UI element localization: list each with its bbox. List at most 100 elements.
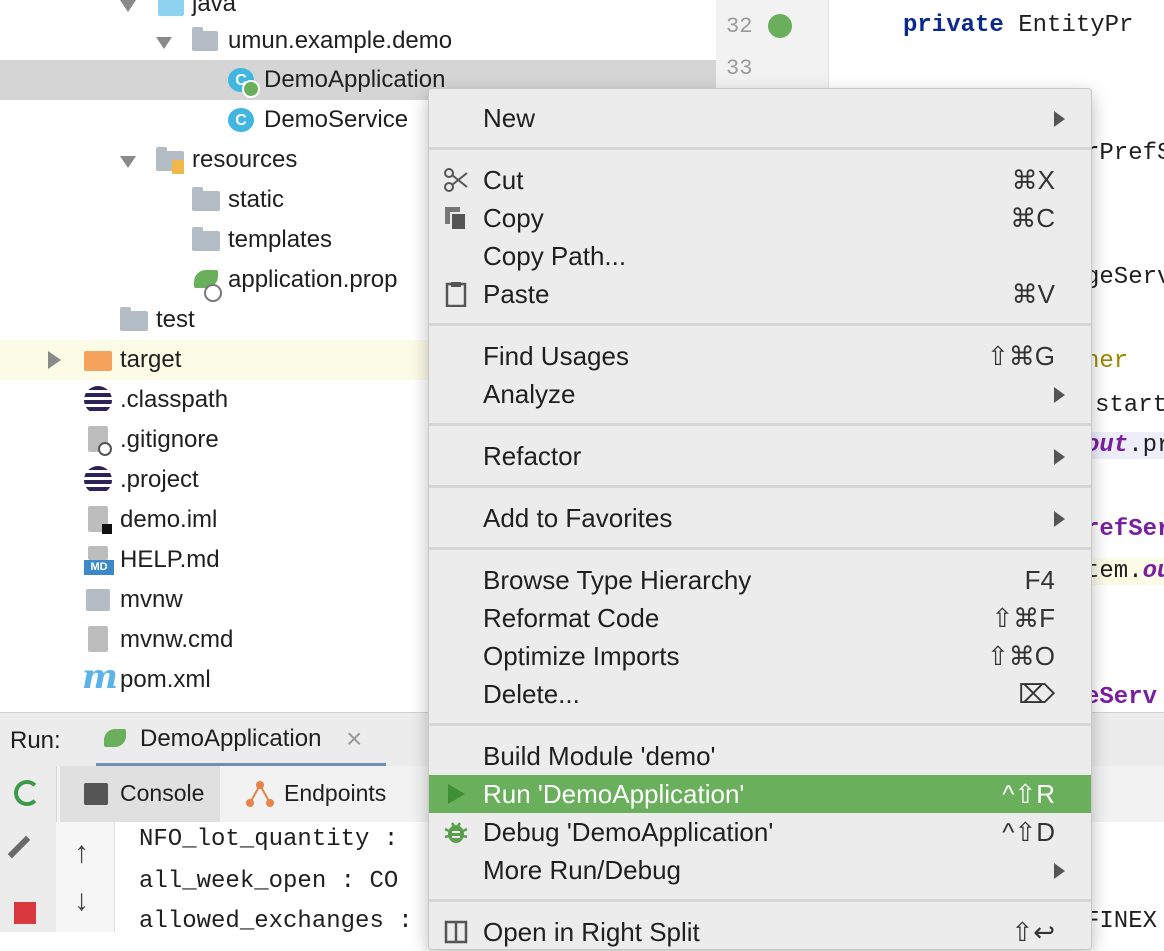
expand-arrow-icon[interactable] xyxy=(120,0,136,12)
submenu-arrow-icon xyxy=(1054,111,1065,127)
expand-arrow-icon[interactable] xyxy=(48,351,61,369)
code-fragment: rPrefS xyxy=(1085,140,1164,167)
tree-item-label: umun.example.demo xyxy=(228,27,453,54)
menu-item-build-module[interactable]: Build Module 'demo' xyxy=(429,737,1091,775)
code-fragment: tem. xyxy=(1085,558,1143,585)
menu-item-label: Find Usages xyxy=(483,341,629,371)
tree-item-label: target xyxy=(120,346,182,373)
menu-item-shortcut: ⇧⌘O xyxy=(986,641,1055,671)
endpoints-icon xyxy=(246,780,274,808)
menu-item-paste[interactable]: Paste ⌘V xyxy=(429,275,1091,313)
menu-item-reformat-code[interactable]: Reformat Code ⇧⌘F xyxy=(429,599,1091,637)
menu-item-analyze[interactable]: Analyze xyxy=(429,375,1091,413)
tab-label: Endpoints xyxy=(284,780,387,806)
menu-item-shortcut: ^⇧D xyxy=(1002,817,1055,847)
scissors-icon xyxy=(443,167,469,193)
menu-item-run[interactable]: Run 'DemoApplication' ^⇧R xyxy=(429,775,1091,813)
tree-item-label: mvnw xyxy=(120,586,183,613)
menu-item-label: More Run/Debug xyxy=(483,855,681,885)
run-config-tab[interactable]: DemoApplication × xyxy=(96,713,386,767)
menu-item-copy-path[interactable]: Copy Path... xyxy=(429,237,1091,275)
tree-item-label: static xyxy=(228,186,285,213)
menu-item-label: Reformat Code xyxy=(483,603,660,633)
menu-item-shortcut: ^⇧R xyxy=(1002,779,1055,809)
menu-separator xyxy=(429,323,1091,326)
bug-icon xyxy=(443,819,469,845)
wrench-icon[interactable] xyxy=(7,835,31,859)
menu-item-refactor[interactable]: Refactor xyxy=(429,437,1091,475)
console-fragment: FINEX xyxy=(1085,908,1158,932)
submenu-arrow-icon xyxy=(1054,511,1065,527)
menu-item-label: Refactor xyxy=(483,441,582,471)
close-icon[interactable]: × xyxy=(346,723,362,755)
menu-item-cut[interactable]: Cut ⌘X xyxy=(429,161,1091,199)
menu-item-find-usages[interactable]: Find Usages ⇧⌘G xyxy=(429,337,1091,375)
menu-item-shortcut: ⌘C xyxy=(1010,203,1055,233)
tree-item-label: java xyxy=(192,0,237,17)
menu-item-debug[interactable]: Debug 'DemoApplication' ^⇧D xyxy=(429,813,1091,851)
menu-item-browse-type-hierarchy[interactable]: Browse Type Hierarchy F4 xyxy=(429,561,1091,599)
code-fragment: .pr xyxy=(1128,432,1164,459)
expand-arrow-icon[interactable] xyxy=(156,37,172,49)
copy-icon xyxy=(443,205,469,231)
iml-badge-icon xyxy=(102,524,112,534)
class-badge: C xyxy=(235,112,247,129)
class-icon: C xyxy=(228,108,254,132)
tree-item-label: HELP.md xyxy=(120,546,220,573)
menu-item-label: Cut xyxy=(483,165,524,195)
menu-item-delete[interactable]: Delete... ⌦ xyxy=(429,675,1091,713)
menu-separator xyxy=(429,147,1091,150)
code-line: out.pr xyxy=(1085,432,1164,459)
tree-item-label: .classpath xyxy=(120,386,229,413)
run-label: Run: xyxy=(10,727,61,754)
menu-item-label: Analyze xyxy=(483,379,576,409)
spring-boot-icon xyxy=(104,729,126,747)
menu-separator xyxy=(429,723,1091,726)
source-folder-icon xyxy=(158,0,184,16)
menu-item-label: Open in Right Split xyxy=(483,917,700,947)
menu-separator xyxy=(429,423,1091,426)
tree-item-label: test xyxy=(156,306,195,333)
resources-badge-icon xyxy=(172,160,184,174)
stop-icon[interactable] xyxy=(14,902,36,924)
code-line: tem.ou xyxy=(1085,558,1164,585)
tree-item-label: mvnw.cmd xyxy=(120,626,234,653)
console-line: all_week_open : CO xyxy=(139,868,399,895)
menu-item-new[interactable]: New xyxy=(429,99,1091,137)
spring-bean-gutter-icon[interactable] xyxy=(768,14,792,38)
split-icon xyxy=(443,919,469,945)
console-line: allowed_exchanges : xyxy=(139,908,413,932)
run-action-strip xyxy=(0,766,57,932)
folder-icon xyxy=(192,227,220,251)
tab-console[interactable]: Console xyxy=(60,766,220,822)
code-fragment: eServ xyxy=(1085,684,1158,710)
menu-item-copy[interactable]: Copy ⌘C xyxy=(429,199,1091,237)
line-number: 32 xyxy=(726,14,753,39)
console-icon xyxy=(84,783,108,805)
menu-item-shortcut: ⌘V xyxy=(1011,279,1055,309)
menu-item-optimize-imports[interactable]: Optimize Imports ⇧⌘O xyxy=(429,637,1091,675)
tab-endpoints[interactable]: Endpoints xyxy=(236,766,416,822)
code-fragment: ou xyxy=(1142,558,1164,585)
menu-item-more-run-debug[interactable]: More Run/Debug xyxy=(429,851,1091,889)
menu-item-shortcut: ⇧⌘F xyxy=(991,603,1055,633)
excluded-folder-icon xyxy=(84,351,112,371)
arrow-down-icon[interactable]: ↓ xyxy=(74,884,89,918)
menu-item-shortcut: ⌘X xyxy=(1011,165,1055,195)
code-line: private EntityPr xyxy=(903,12,1133,39)
submenu-arrow-icon xyxy=(1054,449,1065,465)
submenu-arrow-icon xyxy=(1054,387,1065,403)
arrow-up-icon[interactable]: ↑ xyxy=(74,836,89,870)
eclipse-icon xyxy=(84,466,112,494)
menu-item-label: Copy xyxy=(483,203,544,233)
menu-item-label: Browse Type Hierarchy xyxy=(483,565,752,595)
eclipse-icon xyxy=(84,386,112,414)
tree-item-package[interactable]: umun.example.demo xyxy=(0,21,716,61)
expand-arrow-icon[interactable] xyxy=(120,156,136,168)
menu-item-open-in-right-split[interactable]: Open in Right Split ⇧↩ xyxy=(429,913,1091,951)
code-fragment: refSer xyxy=(1085,516,1164,543)
rerun-icon[interactable] xyxy=(14,780,40,806)
folder-icon xyxy=(192,187,220,211)
menu-item-label: Run 'DemoApplication' xyxy=(483,779,745,809)
menu-item-add-to-favorites[interactable]: Add to Favorites xyxy=(429,499,1091,537)
